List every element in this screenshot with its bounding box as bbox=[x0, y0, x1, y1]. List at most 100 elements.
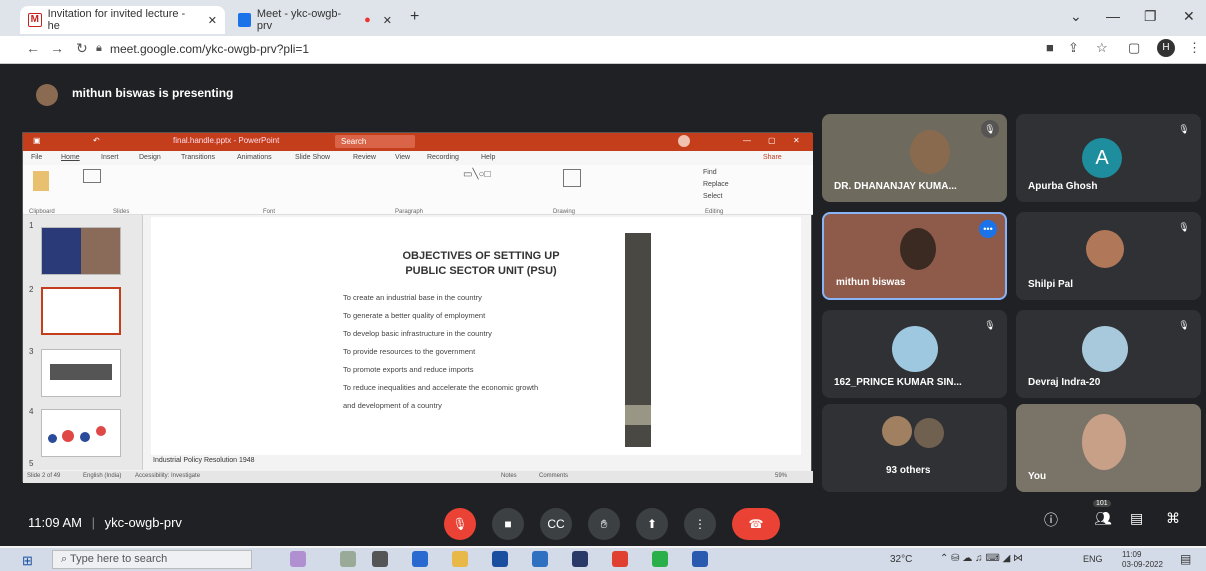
tab-label: Meet - ykc-owgb-prv bbox=[256, 8, 342, 32]
bookmark-star-icon[interactable]: ☆ bbox=[1096, 40, 1108, 56]
meeting-code: ykc-owgb-prv bbox=[104, 515, 182, 530]
arrange-icon bbox=[563, 169, 581, 187]
leave-call-button[interactable]: ☎ bbox=[732, 508, 780, 540]
slide-thumbnail bbox=[41, 349, 121, 397]
edge-icon[interactable] bbox=[412, 551, 428, 567]
slide-title-line2: PUBLIC SECTOR UNIT (PSU) bbox=[405, 265, 557, 277]
captions-button[interactable]: CC bbox=[540, 508, 572, 540]
minimize-button[interactable]: — bbox=[1106, 8, 1120, 24]
url-input[interactable]: meet.google.com/ykc-owgb-prv?pli=1 bbox=[110, 42, 309, 56]
clock-time: 11:09 bbox=[1122, 550, 1142, 559]
camera-toggle-button[interactable]: ■ bbox=[492, 508, 524, 540]
search-placeholder: Type here to search bbox=[70, 553, 168, 565]
ppt-account-avatar bbox=[678, 135, 690, 147]
select-button: Select bbox=[703, 193, 723, 200]
close-icon[interactable]: ✕ bbox=[208, 14, 217, 27]
present-button[interactable]: ⬆ bbox=[636, 508, 668, 540]
mic-toggle-button[interactable]: 🎙︎ bbox=[444, 508, 476, 540]
slide-bullet: To develop basic infrastructure in the c… bbox=[343, 329, 492, 338]
participant-tile[interactable]: 🎙︎ 162_PRINCE KUMAR SIN... bbox=[822, 310, 1007, 398]
tab-meet[interactable]: Meet - ykc-owgb-prv ● ✕ bbox=[230, 6, 400, 34]
slide-bullet: To reduce inequalities and accelerate th… bbox=[343, 383, 539, 392]
slide-bullet: To create an industrial base in the coun… bbox=[343, 293, 482, 302]
ppt-share-button: Share bbox=[763, 154, 782, 161]
mic-off-icon: 🎙︎ bbox=[981, 120, 999, 138]
taskbar-clock[interactable]: 11:09 03-09-2022 bbox=[1122, 550, 1163, 570]
notifications-icon[interactable]: ▤ bbox=[1180, 552, 1191, 566]
ppt-search-box: Search bbox=[335, 135, 415, 148]
back-icon[interactable]: ← bbox=[26, 40, 40, 56]
meeting-time-code: 11:09 AM | ykc-owgb-prv bbox=[28, 515, 182, 530]
slide-thumbnail-selected bbox=[41, 287, 121, 335]
status-language: English (India) bbox=[83, 473, 122, 479]
more-options-icon[interactable]: ••• bbox=[979, 220, 997, 238]
find-button: Find bbox=[703, 169, 717, 176]
participant-name: mithun biswas bbox=[836, 277, 906, 288]
participant-tile[interactable]: 🎙︎ Devraj Indra-20 bbox=[1016, 310, 1201, 398]
menu-recording: Recording bbox=[427, 154, 459, 161]
widget-icon[interactable] bbox=[290, 551, 306, 567]
participant-tile-active[interactable]: ••• mithun biswas bbox=[822, 212, 1007, 300]
slide-bullet: To generate a better quality of employme… bbox=[343, 311, 486, 320]
slide-title-line1: OBJECTIVES OF SETTING UP bbox=[402, 250, 560, 262]
sidepanel-icon[interactable]: ▢ bbox=[1128, 40, 1140, 56]
meeting-time: 11:09 AM bbox=[28, 515, 82, 530]
speaker-notes: Industrial Policy Resolution 1948 bbox=[153, 457, 255, 464]
reload-icon[interactable]: ↻ bbox=[76, 40, 88, 57]
restore-button[interactable]: ❐ bbox=[1144, 8, 1157, 25]
group-drawing: Drawing bbox=[553, 209, 576, 215]
photos-icon[interactable] bbox=[572, 551, 588, 567]
participant-name: 162_PRINCE KUMAR SIN... bbox=[834, 377, 962, 388]
participant-name: Shilpi Pal bbox=[1028, 279, 1074, 290]
participant-tile[interactable]: 🎙︎ DR. DHANANJAY KUMA... bbox=[822, 114, 1007, 202]
menu-transitions: Transitions bbox=[181, 154, 215, 161]
tab-gmail[interactable]: M Invitation for invited lecture - he ✕ bbox=[20, 6, 225, 34]
slide-image-strip bbox=[625, 233, 651, 447]
share-icon[interactable]: ⇪ bbox=[1068, 40, 1079, 56]
group-font: Font bbox=[263, 209, 276, 215]
mic-off-icon: 🎙︎ bbox=[1178, 222, 1190, 232]
participant-video bbox=[910, 130, 950, 174]
word-icon[interactable] bbox=[692, 551, 708, 567]
people-icon[interactable]: 👥︎ bbox=[1094, 510, 1112, 527]
tray-icons[interactable]: ⌃ ⛁ ☁ ♫ ⌨ ◢ ⋈ bbox=[940, 553, 1023, 564]
ppt-window-title: final.handle.pptx - PowerPoint bbox=[173, 136, 280, 145]
new-slide-icon bbox=[83, 169, 101, 183]
activities-icon[interactable]: ⌘ bbox=[1166, 510, 1180, 527]
others-count: 93 others bbox=[886, 465, 931, 476]
cortana-icon[interactable] bbox=[340, 551, 356, 567]
participant-tile[interactable]: A 🎙︎ Apurba Ghosh bbox=[1016, 114, 1201, 202]
task-view-icon[interactable] bbox=[372, 551, 388, 567]
windows-start-icon[interactable]: ⊞ bbox=[22, 553, 33, 569]
chrome-icon[interactable] bbox=[612, 551, 628, 567]
camera-icon[interactable]: ■ bbox=[1046, 40, 1054, 55]
mic-off-icon: 🎙︎ bbox=[1178, 320, 1190, 330]
chevron-down-icon[interactable]: ⌄ bbox=[1070, 8, 1082, 25]
menu-view: View bbox=[395, 154, 411, 161]
others-tile[interactable]: 93 others bbox=[822, 404, 1007, 492]
info-icon[interactable]: ⓘ bbox=[1044, 510, 1058, 530]
store-icon[interactable] bbox=[492, 551, 508, 567]
profile-avatar[interactable]: H bbox=[1157, 39, 1175, 57]
language-indicator[interactable]: ENG bbox=[1083, 554, 1103, 564]
slide-thumbnail bbox=[41, 227, 121, 275]
close-icon: ✕ bbox=[793, 136, 800, 145]
menu-dots-icon[interactable]: ⋮ bbox=[1188, 40, 1201, 56]
participant-tile[interactable]: 🎙︎ Shilpi Pal bbox=[1016, 212, 1201, 300]
gmail-icon: M bbox=[28, 13, 42, 27]
more-options-button[interactable]: ⋮ bbox=[684, 508, 716, 540]
status-zoom: 59% bbox=[775, 473, 788, 479]
mail-icon[interactable] bbox=[532, 551, 548, 567]
whatsapp-icon[interactable] bbox=[652, 551, 668, 567]
new-tab-button[interactable]: + bbox=[410, 8, 419, 26]
file-explorer-icon[interactable] bbox=[452, 551, 468, 567]
raise-hand-button[interactable]: ✋︎ bbox=[588, 508, 620, 540]
chat-icon[interactable]: ▤ bbox=[1130, 510, 1143, 527]
self-video bbox=[1082, 414, 1126, 470]
close-window-button[interactable]: ✕ bbox=[1183, 8, 1195, 25]
forward-icon[interactable]: → bbox=[50, 40, 64, 56]
close-icon[interactable]: ✕ bbox=[383, 14, 392, 27]
weather-temperature[interactable]: 32°C bbox=[890, 554, 912, 565]
taskbar-search-input[interactable]: ⌕ Type here to search bbox=[52, 550, 252, 569]
self-tile[interactable]: You bbox=[1016, 404, 1201, 492]
